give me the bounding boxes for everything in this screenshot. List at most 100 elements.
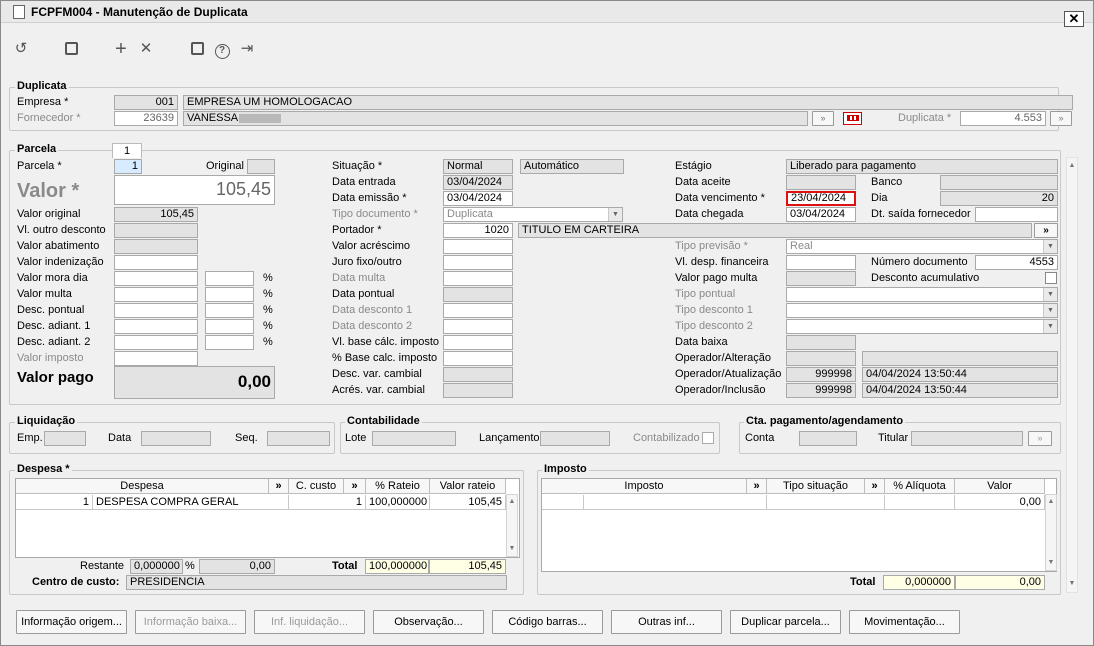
imposto-valor-cell[interactable]: 0,00	[955, 495, 1045, 510]
data-aceite-label: Data aceite	[675, 176, 731, 188]
titular-lookup-button[interactable]: »	[1028, 431, 1052, 446]
calendar-icon[interactable]	[187, 39, 207, 59]
scroll-up-icon[interactable]: ▲	[1046, 496, 1056, 508]
portador-lookup-button[interactable]: »	[1034, 223, 1058, 238]
col-imposto[interactable]: Imposto	[542, 479, 747, 494]
desc-pontual-pct-field[interactable]	[205, 303, 254, 318]
duplicata-field[interactable]: 4.553	[960, 111, 1046, 126]
movimentacao-button[interactable]: Movimentação...	[849, 610, 960, 634]
data-multa-field[interactable]	[443, 271, 513, 286]
duplicata-lookup-button[interactable]: »	[1050, 111, 1072, 126]
valor-abatimento-field	[114, 239, 198, 254]
help-icon[interactable]: ?	[212, 39, 232, 59]
desconto-acumulativo-checkbox[interactable]	[1045, 272, 1057, 284]
dropdown-arrow-icon: ▼	[1043, 288, 1057, 301]
empresa-code-field[interactable]: 001	[114, 95, 178, 110]
scroll-up-icon[interactable]: ▲	[1067, 160, 1077, 172]
desc-adiant-2-pct-field[interactable]	[205, 335, 254, 350]
valor-imposto-field[interactable]	[114, 351, 198, 366]
close-button[interactable]: ✕	[1064, 11, 1084, 27]
col-despesa[interactable]: Despesa	[16, 479, 269, 494]
juro-fixo-field[interactable]	[443, 255, 513, 270]
exit-icon[interactable]: ⇥	[237, 39, 257, 59]
scroll-down-icon[interactable]: ▼	[1046, 557, 1056, 569]
col-ccusto-lookup[interactable]: »	[344, 479, 366, 494]
desc-adiant-2-field[interactable]	[114, 335, 198, 350]
tipo-situacao-cell[interactable]	[767, 495, 885, 510]
data-desconto-1-field[interactable]	[443, 303, 513, 318]
data-desconto-2-field[interactable]	[443, 319, 513, 334]
col-valor[interactable]: Valor	[955, 479, 1045, 494]
fornecedor-code-field[interactable]: 23639	[114, 111, 178, 126]
original-label: Original	[206, 160, 244, 172]
aliquota-cell[interactable]	[885, 495, 955, 510]
duplicata-label: Duplicata *	[898, 112, 952, 124]
imposto-scrollbar[interactable]: ▲ ▼	[1045, 494, 1057, 571]
valor-mora-dia-pct-field[interactable]	[205, 271, 254, 286]
fornecedor-detail-icon[interactable]	[843, 112, 862, 125]
despesa-name-cell[interactable]: DESPESA COMPRA GERAL	[93, 495, 289, 510]
valor-indenizacao-field[interactable]	[114, 255, 198, 270]
parcela-tab-1[interactable]: 1	[112, 143, 142, 158]
informacao-baixa-button[interactable]: Informação baixa...	[135, 610, 246, 634]
col-ccusto[interactable]: C. custo	[289, 479, 344, 494]
numero-documento-field[interactable]: 4553	[975, 255, 1058, 270]
scroll-up-icon[interactable]: ▲	[507, 496, 517, 508]
data-vencimento-field[interactable]: 23/04/2024	[786, 191, 856, 206]
vl-base-calc-imposto-field[interactable]	[443, 335, 513, 350]
desc-adiant-1-field[interactable]	[114, 319, 198, 334]
tipo-desconto-1-select[interactable]: ▼	[786, 303, 1058, 318]
pct-base-calc-imposto-field[interactable]	[443, 351, 513, 366]
data-entrada-label: Data entrada	[332, 176, 396, 188]
codigo-barras-button[interactable]: Código barras...	[492, 610, 603, 634]
vl-desp-financeira-field[interactable]	[786, 255, 856, 270]
portador-code-field[interactable]: 1020	[443, 223, 513, 238]
remove-icon[interactable]: ✕	[136, 39, 156, 59]
valor-rateio-cell[interactable]: 105,45	[430, 495, 506, 510]
scroll-down-icon[interactable]: ▼	[1067, 578, 1077, 590]
parcela-field[interactable]: 1	[114, 159, 142, 174]
col-tipo-lookup[interactable]: »	[865, 479, 885, 494]
col-rateio[interactable]: % Rateio	[366, 479, 430, 494]
fornecedor-lookup-button[interactable]: »	[812, 111, 834, 126]
tipo-desconto-2-select[interactable]: ▼	[786, 319, 1058, 334]
imposto-name-cell[interactable]	[584, 495, 767, 510]
observacao-button[interactable]: Observação...	[373, 610, 484, 634]
col-aliquota[interactable]: % Alíquota	[885, 479, 955, 494]
data-emissao-label: Data emissão *	[332, 192, 407, 204]
ccusto-cell[interactable]: 1	[289, 495, 366, 510]
duplicar-parcela-button[interactable]: Duplicar parcela...	[730, 610, 841, 634]
desc-adiant-1-pct-field[interactable]	[205, 319, 254, 334]
valor-multa-pct-field[interactable]	[205, 287, 254, 302]
inf-liquidacao-button[interactable]: Inf. liquidação...	[254, 610, 365, 634]
dt-saida-field[interactable]	[975, 207, 1058, 222]
save-icon[interactable]	[61, 39, 81, 59]
portador-name-field: TITULO EM CARTEIRA	[518, 223, 1032, 238]
imposto-code-cell[interactable]	[542, 495, 584, 510]
valor-acrescimo-field[interactable]	[443, 239, 513, 254]
undo-icon[interactable]: ↺	[11, 39, 31, 59]
desc-pontual-field[interactable]	[114, 303, 198, 318]
contabilizado-checkbox[interactable]	[702, 432, 714, 444]
rateio-cell[interactable]: 100,000000	[366, 495, 430, 510]
informacao-origem-button[interactable]: Informação origem...	[16, 610, 127, 634]
tipo-documento-select[interactable]: Duplicata ▼	[443, 207, 623, 222]
add-icon[interactable]: +	[111, 39, 131, 59]
outras-inf-button[interactable]: Outras inf...	[611, 610, 722, 634]
valor-mora-dia-field[interactable]	[114, 271, 198, 286]
tipo-previsao-select[interactable]: Real ▼	[786, 239, 1058, 254]
despesa-code-cell[interactable]: 1	[16, 495, 93, 510]
valor-multa-field[interactable]	[114, 287, 198, 302]
despesa-total-valor-field: 105,45	[429, 559, 506, 574]
col-imposto-lookup[interactable]: »	[747, 479, 767, 494]
data-chegada-field[interactable]: 03/04/2024	[786, 207, 856, 222]
col-despesa-lookup[interactable]: »	[269, 479, 289, 494]
scroll-down-icon[interactable]: ▼	[507, 543, 517, 555]
tipo-pontual-select[interactable]: ▼	[786, 287, 1058, 302]
col-tipo-situacao[interactable]: Tipo situação	[767, 479, 865, 494]
form-scrollbar[interactable]: ▲ ▼	[1066, 157, 1078, 593]
col-valor-rateio[interactable]: Valor rateio	[430, 479, 506, 494]
valor-field[interactable]: 105,45	[114, 175, 275, 205]
data-emissao-field[interactable]: 03/04/2024	[443, 191, 513, 206]
despesa-scrollbar[interactable]: ▲ ▼	[506, 494, 518, 557]
